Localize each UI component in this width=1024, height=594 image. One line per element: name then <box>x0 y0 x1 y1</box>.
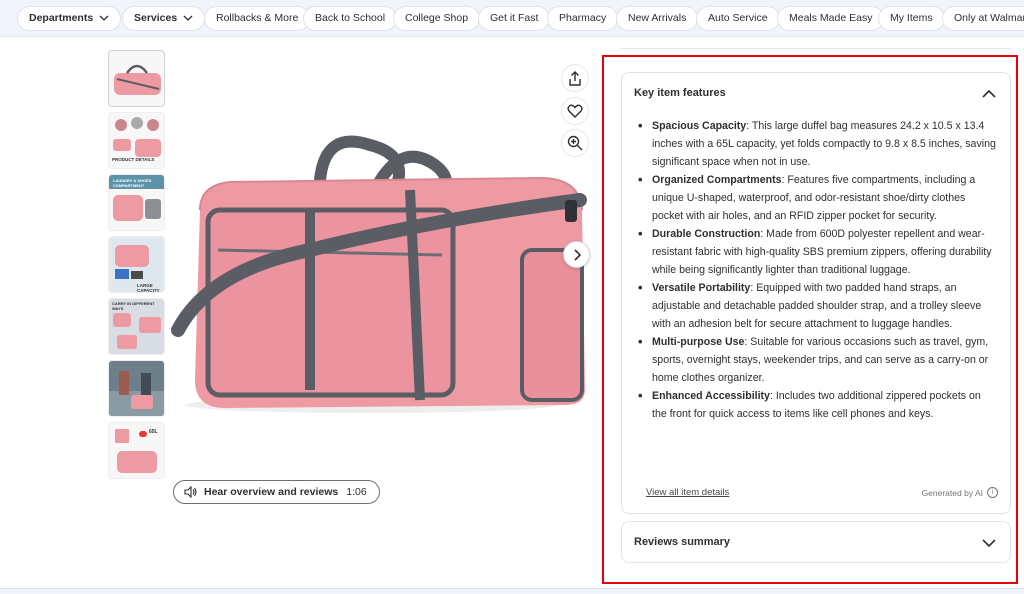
nav-label: Get it Fast <box>490 12 539 24</box>
share-icon <box>569 70 581 86</box>
next-image-button[interactable] <box>563 241 590 268</box>
product-main-image[interactable] <box>170 60 600 470</box>
nav-label: Auto Service <box>708 12 768 24</box>
highlight-box <box>602 55 1018 584</box>
nav-label: Rollbacks & More <box>216 12 299 24</box>
audio-duration: 1:06 <box>346 486 367 498</box>
nav-back-to-school[interactable]: Back to School <box>303 6 398 31</box>
nav-label: Back to School <box>315 12 386 24</box>
top-nav: Departments Services Rollbacks & More Ba… <box>0 0 1024 37</box>
divider <box>621 48 1011 49</box>
nav-services[interactable]: Services <box>122 6 206 31</box>
heart-icon <box>567 104 583 118</box>
thumbnail-caption: LAUNDRY & SHOES COMPARTMENT <box>113 178 152 188</box>
nav-college-shop[interactable]: College Shop <box>393 6 481 31</box>
nav-my-items[interactable]: My Items <box>878 6 945 31</box>
nav-rollbacks[interactable]: Rollbacks & More <box>204 6 311 31</box>
zoom-button[interactable] <box>561 129 589 157</box>
nav-label: Services <box>134 12 178 24</box>
thumbnail-6[interactable] <box>108 360 165 417</box>
lifestyle-thumbnail-image <box>109 361 164 416</box>
thumbnail-7[interactable]: 65L <box>108 422 165 479</box>
thumbnail-2[interactable]: PRODUCT DETAILS <box>108 112 165 169</box>
chevron-down-icon <box>99 15 109 22</box>
nav-label: Pharmacy <box>559 12 607 24</box>
hear-overview-label: Hear overview and reviews <box>204 486 339 498</box>
nav-label: College Shop <box>405 12 469 24</box>
nav-pharmacy[interactable]: Pharmacy <box>547 6 619 31</box>
chevron-right-icon <box>573 248 581 261</box>
zoom-in-icon <box>567 135 583 151</box>
nav-get-it-fast[interactable]: Get it Fast <box>478 6 551 31</box>
chevron-down-icon <box>183 15 193 22</box>
nav-label: Only at Walmart <box>954 12 1024 24</box>
thumbnail-4[interactable]: LARGE CAPACITY <box>108 236 165 293</box>
nav-label: Meals Made Easy <box>789 12 873 24</box>
thumbnail-3[interactable]: LAUNDRY & SHOES COMPARTMENT <box>108 174 165 231</box>
speaker-icon <box>184 486 197 498</box>
nav-departments[interactable]: Departments <box>17 6 122 31</box>
duffel-bag-thumbnail-image <box>114 64 161 95</box>
thumbnail-caption: LARGE CAPACITY <box>137 283 160 293</box>
share-button[interactable] <box>561 64 589 92</box>
nav-only-at-walmart[interactable]: Only at Walmart <box>942 6 1024 31</box>
nav-auto-service[interactable]: Auto Service <box>696 6 780 31</box>
thumbnail-1[interactable] <box>108 50 165 107</box>
nav-label: Departments <box>29 12 94 24</box>
nav-new-arrivals[interactable]: New Arrivals <box>616 6 699 31</box>
thumbnail-caption: PRODUCT DETAILS <box>112 157 155 162</box>
thumbnail-5[interactable]: CARRY IN DIFFERENT WAYS <box>108 298 165 355</box>
nav-label: My Items <box>890 12 933 24</box>
bottom-strip <box>0 588 1024 594</box>
favorite-button[interactable] <box>561 97 589 125</box>
nav-label: New Arrivals <box>628 12 687 24</box>
nav-meals-made-easy[interactable]: Meals Made Easy <box>777 6 885 31</box>
thumbnail-caption: 65L <box>149 429 158 435</box>
thumbnail-caption: CARRY IN DIFFERENT WAYS <box>112 301 155 311</box>
hear-overview-button[interactable]: Hear overview and reviews 1:06 <box>173 480 380 504</box>
